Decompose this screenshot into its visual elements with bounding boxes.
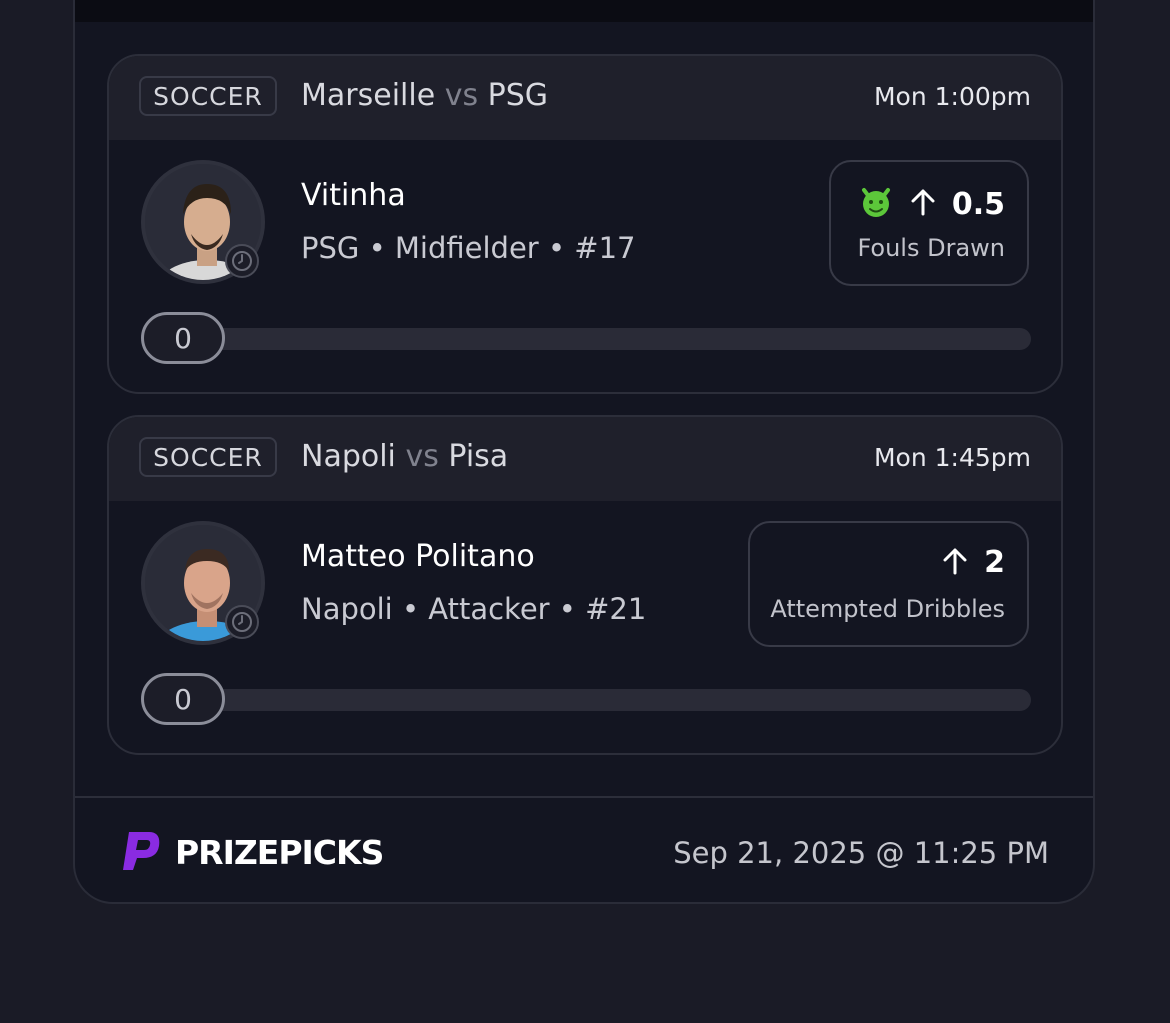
player-meta: PSG • Midfielder • #17 [301,231,636,265]
projection-line-row: 2 [940,545,1005,580]
timestamp: Sep 21, 2025 @ 11:25 PM [673,836,1049,870]
game-time: Mon 1:00pm [873,82,1031,111]
game-time: Mon 1:45pm [873,443,1031,472]
projection-stat: Attempted Dribbles [770,595,1005,623]
player-avatar [141,521,265,645]
progress-track [143,328,1031,350]
demon-icon [858,184,894,224]
brand-name: PRIZEPICKS [175,832,384,872]
projection-stat: Fouls Drawn [857,234,1005,262]
top-strip [75,0,1093,22]
player-name: Matteo Politano [301,539,535,574]
player-avatar [141,160,265,284]
team-b: PSG [487,78,549,113]
matchup: Napoli vs Pisa [301,439,508,474]
pick-card[interactable]: SOCCER Marseille vs PSG Mon 1:00pm Vitin… [107,54,1063,394]
vs-label: vs [405,439,439,474]
card-header: SOCCER Marseille vs PSG Mon 1:00pm [109,56,1061,140]
arrow-up-icon [908,187,938,221]
projection-line: 2 [984,545,1005,580]
progress-track [143,689,1031,711]
lineup-panel: SOCCER Marseille vs PSG Mon 1:00pm Vitin… [73,0,1095,904]
matchup: Marseille vs PSG [301,78,548,113]
projection-line-row: 0.5 [858,184,1005,224]
vs-label: vs [444,78,479,113]
player-meta: Napoli • Attacker • #21 [301,592,647,626]
projection-box[interactable]: 2 Attempted Dribbles [748,521,1029,647]
player-name: Vitinha [301,178,406,213]
team-a: Marseille [301,78,436,113]
pick-card[interactable]: SOCCER Napoli vs Pisa Mon 1:45pm Matteo … [107,415,1063,755]
team-a: Napoli [301,439,396,474]
projection-box[interactable]: 0.5 Fouls Drawn [829,160,1029,286]
sport-badge: SOCCER [139,437,277,477]
footer-divider [75,796,1093,798]
progress-value: 0 [141,312,225,364]
card-header: SOCCER Napoli vs Pisa Mon 1:45pm [109,417,1061,501]
clock-icon [225,244,259,278]
clock-icon [225,605,259,639]
arrow-up-icon [940,546,970,580]
prizepicks-logo-icon [119,828,163,876]
brand-logo: PRIZEPICKS [119,828,384,876]
team-b: Pisa [448,439,509,474]
progress-value: 0 [141,673,225,725]
projection-line: 0.5 [951,186,1005,222]
sport-badge: SOCCER [139,76,277,116]
